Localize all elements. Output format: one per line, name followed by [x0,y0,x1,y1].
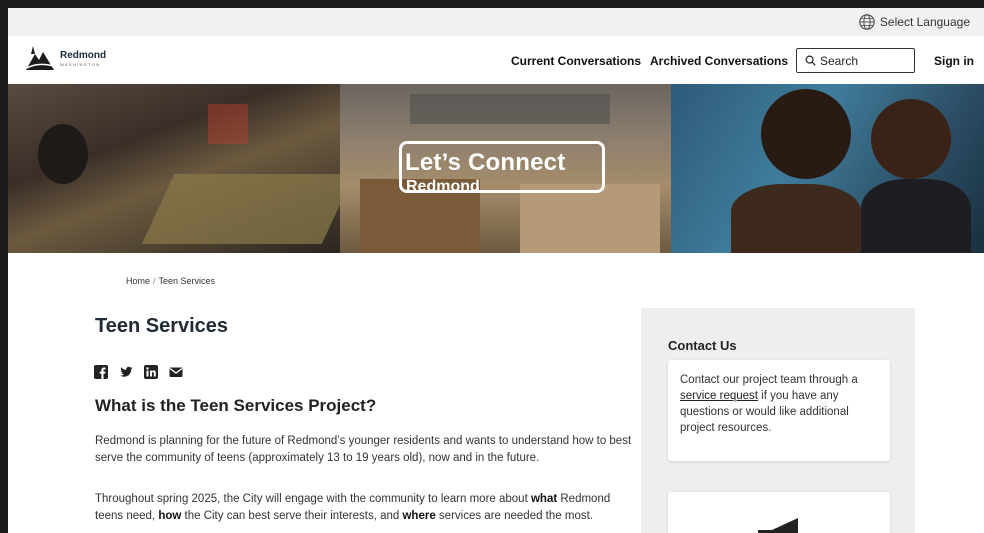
search-placeholder: Search [820,53,859,68]
logo-name: Redmond [60,50,107,61]
hero-image-performers [671,84,984,253]
hero-title: Let’s Connect [405,149,566,176]
select-language-label: Select Language [879,15,970,29]
share-bar [94,365,183,379]
redmond-mountain-logo-icon [26,46,54,70]
facebook-icon[interactable] [94,365,108,379]
top-utility-bar: Select Language [8,8,984,36]
megaphone-icon [758,518,798,533]
linkedin-icon[interactable] [144,365,158,379]
email-icon[interactable] [169,365,183,379]
search-icon [805,55,816,66]
hero-image-studio [8,84,355,253]
contact-card: Contact our project team through a servi… [668,360,890,461]
select-language-button[interactable]: Select Language [858,12,970,32]
browser-page: Select Language Redmond WASHINGTON Curre… [8,8,984,533]
breadcrumb-home[interactable]: Home [126,276,150,286]
engagement-paragraph: Throughout spring 2025, the City will en… [95,493,611,522]
nav-current-conversations[interactable]: Current Conversations [511,54,641,68]
breadcrumb-separator: / [153,276,156,286]
contact-heading: Contact Us [668,338,737,353]
nav-archived-conversations[interactable]: Archived Conversations [650,54,788,68]
megaphone-card [668,492,890,533]
globe-icon [859,14,875,30]
contact-text-pre: Contact our project team through a [680,374,858,386]
site-header: Redmond WASHINGTON Current Conversations… [8,36,984,84]
twitter-icon[interactable] [119,365,133,379]
breadcrumb: Home / Teen Services [126,276,215,286]
sign-in-link[interactable]: Sign in [934,54,974,68]
hero-subtitle: Redmond [406,178,480,195]
page-title: Teen Services [95,315,229,337]
sidebar: Contact Us Contact our project team thro… [641,308,915,533]
search-input[interactable]: Search [796,48,915,73]
service-request-link[interactable]: service request [680,390,758,402]
section-heading: What is the Teen Services Project? [95,396,377,415]
intro-paragraph: Redmond is planning for the future of Re… [95,435,632,464]
logo-subtitle: WASHINGTON [60,62,101,67]
breadcrumb-current: Teen Services [158,276,216,286]
hero-banner: Let’s Connect Redmond [8,84,984,253]
redmond-logo[interactable]: Redmond WASHINGTON [24,44,106,74]
